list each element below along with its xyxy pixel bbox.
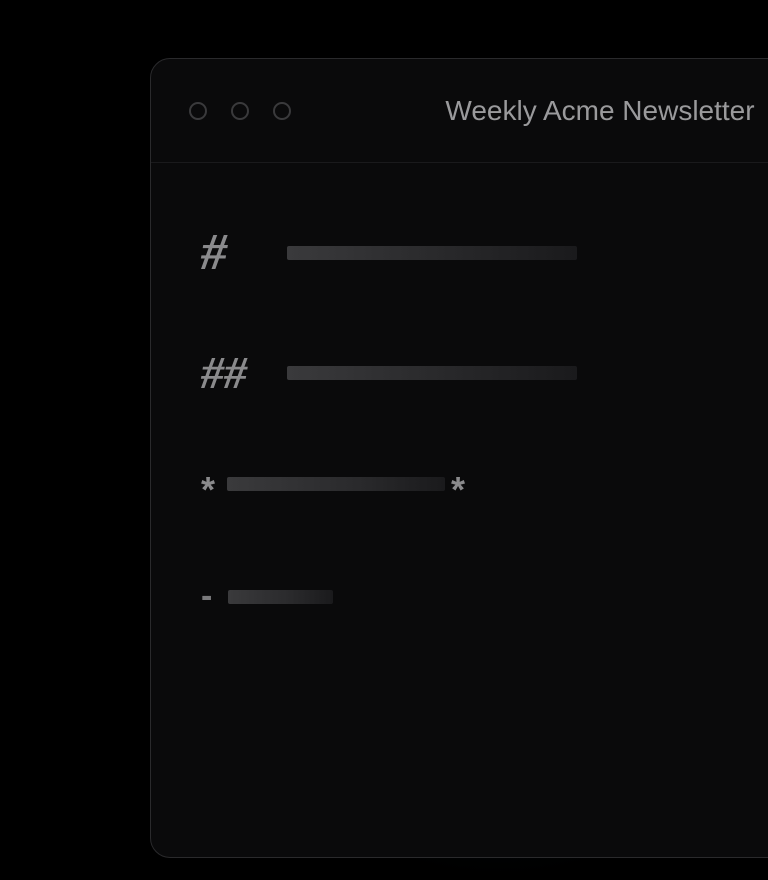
window-title: Weekly Acme Newsletter [445,95,754,127]
h1-placeholder [287,246,577,260]
h2-row: ## [201,346,768,399]
asterisk-close-marker: * [451,469,465,511]
editor-content[interactable]: # ## * * - [151,163,768,676]
list-dash-marker: - [201,577,212,616]
emphasis-row: * * [201,463,768,505]
list-placeholder [228,590,333,604]
list-row: - [201,577,768,616]
maximize-window-button[interactable] [273,102,291,120]
close-window-button[interactable] [189,102,207,120]
app-window: Weekly Acme Newsletter # ## * * - [150,58,768,858]
asterisk-open-marker: * [201,469,215,511]
h1-row: # [201,223,768,282]
emphasis-placeholder [227,477,445,491]
h2-marker: ## [201,346,251,399]
h2-placeholder [287,366,577,380]
titlebar: Weekly Acme Newsletter [151,59,768,163]
traffic-lights [189,102,291,120]
h1-marker: # [201,223,251,282]
minimize-window-button[interactable] [231,102,249,120]
